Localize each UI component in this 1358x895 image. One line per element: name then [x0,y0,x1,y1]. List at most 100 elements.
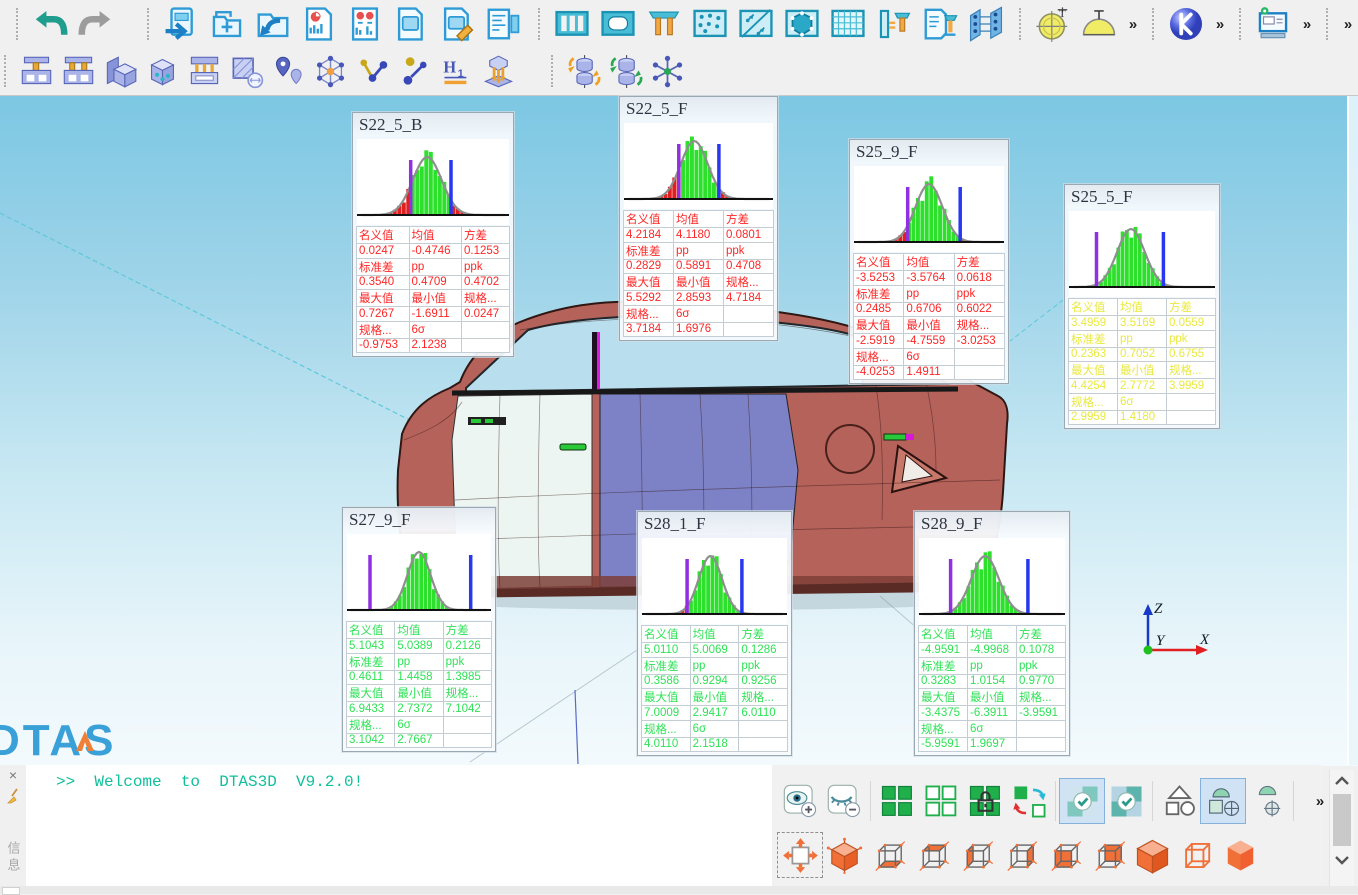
more-tolerance-overflow-button[interactable]: » [1122,2,1144,46]
height-dimension-icon: H1 [439,54,474,89]
window-frame-button[interactable] [388,2,434,46]
press-pins-button[interactable] [183,50,225,92]
rotate-cylinder-auto-button[interactable] [604,50,646,92]
apply-check-all-button[interactable] [1104,779,1148,823]
console-close-button[interactable]: × [9,768,17,782]
measurement-panel-S28_1_F[interactable]: S28_1_F名义值均值方差5.01105.00690.1286标准差ppppk… [637,511,792,756]
edit-frame-button[interactable] [434,2,480,46]
load-arrows-button[interactable] [477,50,519,92]
more-tools-overflow-button[interactable]: » [1337,2,1358,46]
redo-button[interactable] [73,2,119,46]
stat-value: 7.1042 [443,702,491,717]
clamp-double-pin-icon [61,54,96,89]
pin-pair-button[interactable] [641,2,687,46]
slot-block-button[interactable] [549,2,595,46]
stat-label: 最大值 [624,274,674,291]
new-document-button[interactable] [204,2,250,46]
measurement-panel-S28_9_F[interactable]: S28_9_F名义值均值方差-4.9591-4.99680.1078标准差ppp… [914,511,1070,756]
vector-point-button[interactable] [393,50,435,92]
stat-value: 3.4959 [1069,316,1118,331]
geometry-display-button[interactable] [1157,779,1201,823]
scroll-down-button[interactable] [1331,850,1353,870]
stat-label: ppk [462,258,510,275]
height-dimension-button[interactable]: H1 [435,50,477,92]
measurement-panel-S25_5_F[interactable]: S25_5_F名义值均值方差3.49593.51690.0559标准差ppppk… [1064,184,1220,429]
vector-plate-button[interactable] [733,2,779,46]
front-view-button[interactable] [1042,833,1086,877]
info-tab[interactable]: 信息 [4,841,23,875]
report-compare-icon [346,5,384,43]
scrollbar-thumb[interactable] [1333,794,1351,846]
lock-display-icon [967,783,1004,820]
solver-button[interactable] [1163,2,1209,46]
wireframe-view-button[interactable] [1174,833,1218,877]
statistics-table: 名义值均值方差-3.5253-3.57640.0618标准差ppppk0.248… [853,253,1005,380]
measurement-device-button[interactable] [1250,2,1296,46]
show-all-button[interactable] [875,779,919,823]
back-view-button[interactable] [1086,833,1130,877]
console-scrollbar[interactable] [1329,770,1354,888]
stat-value: 0.0247 [357,244,410,259]
cube-points-button[interactable] [141,50,183,92]
mesh-feature-button[interactable] [825,2,871,46]
stat-label: 最大值 [357,290,410,307]
apply-check-button[interactable] [1060,779,1104,823]
isometric-view-button[interactable] [822,833,866,877]
pan-view-button[interactable] [778,833,822,877]
star-network-button[interactable] [646,50,688,92]
polygon-feature-button[interactable] [779,2,825,46]
open-model-button[interactable] [250,2,296,46]
scroll-up-button[interactable] [1331,770,1353,790]
cube-plane-icon [103,54,138,89]
parallel-planes-button[interactable] [963,2,1009,46]
pocket-block-button[interactable] [595,2,641,46]
bottom-view-button[interactable] [866,833,910,877]
position-tolerance-button[interactable]: T [1030,2,1076,46]
show-selected-button[interactable] [778,779,822,823]
profile-tolerance-button[interactable] [1076,2,1122,46]
shaded-view-button[interactable] [1130,833,1174,877]
toolbar-separator [1152,781,1153,821]
more-measure-overflow-button[interactable]: » [1296,2,1318,46]
stat-label [724,305,774,322]
feature-display-button[interactable] [1201,779,1245,823]
angle-vector-button[interactable] [351,50,393,92]
panel-title: S27_9_F [343,508,495,531]
undo-button[interactable] [27,2,73,46]
rotate-cylinder-manual-button[interactable] [562,50,604,92]
table-row: 名义值均值方差 [642,626,788,643]
hide-all-button[interactable] [919,779,963,823]
report-compare-button[interactable] [342,2,388,46]
export-model-button[interactable] [158,2,204,46]
right-view-button[interactable] [998,833,1042,877]
measurement-panel-S25_9_F[interactable]: S25_9_F名义值均值方差-3.5253-3.57640.0618标准差ppp… [849,139,1009,384]
left-view-button[interactable] [954,833,998,877]
hex-network-button[interactable] [309,50,351,92]
more-solver-overflow-button[interactable]: » [1209,2,1231,46]
clamp-single-pin-button[interactable] [15,50,57,92]
hide-selected-button[interactable] [822,779,866,823]
measurement-panel-S22_5_F[interactable]: S22_5_F名义值均值方差4.21844.11800.0801标准差ppppk… [619,96,778,341]
toolbar-group: H1 [2,48,519,94]
console-clear-button[interactable] [6,788,20,807]
measurement-panel-S22_5_B[interactable]: S22_5_B名义值均值方差0.0247-0.47460.1253标准差pppp… [352,112,514,357]
clamp-double-pin-button[interactable] [57,50,99,92]
stat-label: 方差 [954,254,1004,271]
document-list-button[interactable] [480,2,526,46]
document-list-icon [484,5,522,43]
pin-document-button[interactable] [917,2,963,46]
cube-measure-button[interactable] [225,50,267,92]
swap-display-button[interactable] [1007,779,1051,823]
lock-display-button[interactable] [963,779,1007,823]
location-pins-button[interactable] [267,50,309,92]
cube-plane-button[interactable] [99,50,141,92]
measurement-panel-S27_9_F[interactable]: S27_9_F名义值均值方差5.10435.03890.2126标准差ppppk… [342,507,496,752]
target-display-button[interactable] [1245,779,1289,823]
stat-value: 5.0069 [690,643,739,658]
pin-slot-button[interactable] [871,2,917,46]
solid-view-button[interactable] [1218,833,1262,877]
report-single-button[interactable] [296,2,342,46]
point-set-button[interactable] [687,2,733,46]
top-view-button[interactable] [910,833,954,877]
show-selected-icon [782,783,819,820]
